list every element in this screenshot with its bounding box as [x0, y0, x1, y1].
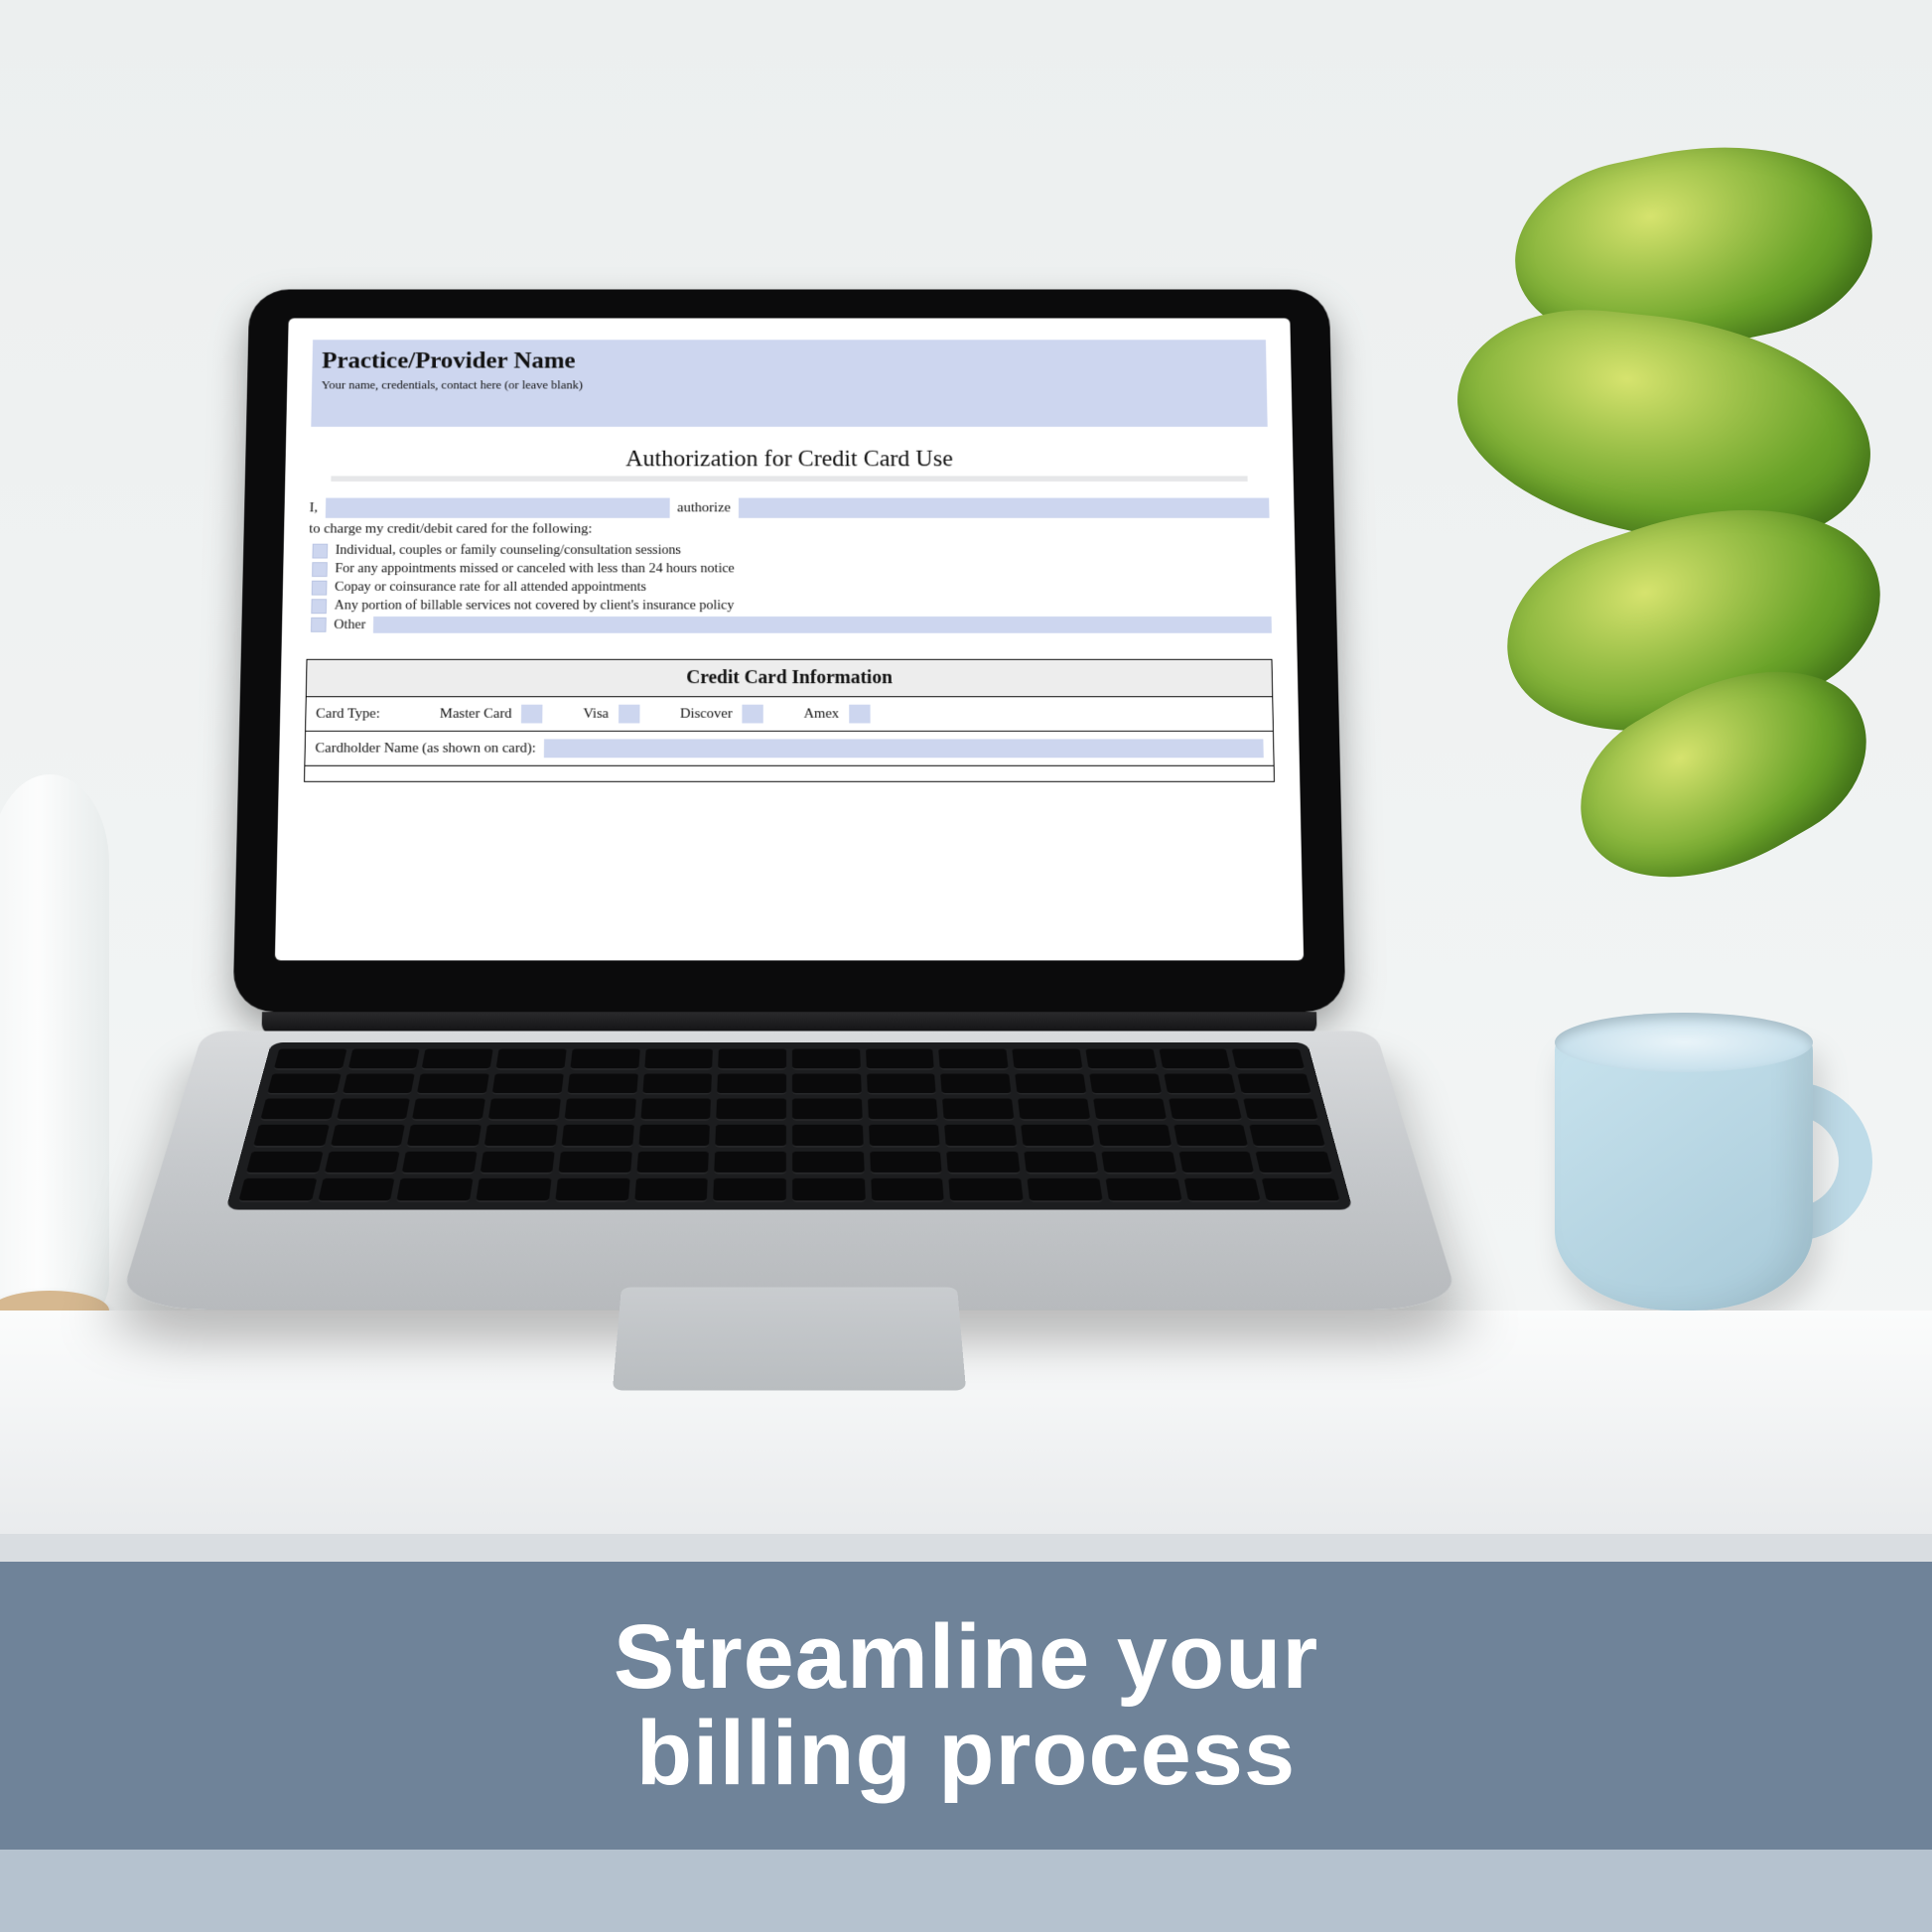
auth-check-item-other: Other	[311, 617, 1272, 633]
check-label: Any portion of billable services not cov…	[335, 598, 735, 614]
banner-divider-bottom	[0, 1850, 1932, 1932]
checkbox[interactable]	[311, 599, 327, 614]
plant-prop	[1455, 149, 1932, 903]
promo-banner: Streamline your billing process	[0, 1562, 1932, 1850]
provider-subtext: Your name, credentials, contact here (or…	[322, 378, 1258, 393]
auth-check-item: For any appointments missed or canceled …	[312, 561, 1271, 577]
card-option-label: Master Card	[440, 706, 512, 722]
auth-checklist: Individual, couples or family counseling…	[307, 543, 1272, 633]
auth-check-item: Individual, couples or family counseling…	[312, 543, 1270, 559]
authorization-line: I, authorize	[309, 498, 1269, 518]
checkbox[interactable]	[312, 562, 328, 577]
checkbox[interactable]	[312, 580, 328, 595]
cardholder-row: Cardholder Name (as shown on card):	[315, 739, 1264, 758]
auth-mid: authorize	[677, 500, 731, 516]
card-option-discover: Discover	[680, 705, 763, 724]
promo-stage: Practice/Provider Name Your name, creden…	[0, 0, 1932, 1932]
checkbox[interactable]	[849, 705, 870, 724]
provider-input[interactable]	[739, 498, 1270, 518]
laptop-trackpad	[613, 1287, 966, 1390]
other-input[interactable]	[373, 617, 1272, 633]
provider-name-heading: Practice/Provider Name	[322, 347, 1257, 374]
mug-prop	[1555, 993, 1863, 1320]
checkbox[interactable]	[311, 618, 327, 632]
check-label: Individual, couples or family counseling…	[336, 543, 681, 559]
authorization-form: Practice/Provider Name Your name, creden…	[275, 318, 1304, 960]
promo-banner-text: Streamline your billing process	[614, 1609, 1318, 1801]
check-label: Copay or coinsurance rate for all attend…	[335, 580, 646, 596]
form-title: Authorization for Credit Card Use	[310, 447, 1268, 473]
card-option-amex: Amex	[803, 705, 870, 724]
card-option-label: Visa	[583, 706, 609, 722]
card-option-visa: Visa	[583, 705, 639, 724]
leaf-icon	[1446, 297, 1883, 558]
credit-card-table: Credit Card Information Card Type: Maste…	[304, 659, 1275, 782]
laptop-screen: Practice/Provider Name Your name, creden…	[275, 318, 1304, 960]
checkbox[interactable]	[742, 705, 762, 724]
divider	[331, 476, 1247, 482]
bottle-prop	[0, 774, 109, 1330]
auth-check-item: Any portion of billable services not cov…	[311, 598, 1271, 614]
name-input[interactable]	[326, 498, 670, 518]
cutoff-row	[305, 765, 1275, 781]
banner-divider-top	[0, 1534, 1932, 1562]
card-option-label: Amex	[803, 706, 839, 722]
other-label: Other	[334, 617, 365, 632]
card-type-label: Card Type:	[316, 706, 380, 722]
cardholder-label: Cardholder Name (as shown on card):	[315, 741, 536, 757]
provider-header-block[interactable]: Practice/Provider Name Your name, creden…	[311, 340, 1267, 427]
checkbox[interactable]	[521, 705, 543, 724]
auth-prefix: I,	[309, 500, 318, 516]
checkbox[interactable]	[312, 543, 328, 558]
cardholder-input[interactable]	[544, 739, 1264, 758]
check-label: For any appointments missed or canceled …	[335, 561, 735, 577]
laptop-keyboard	[225, 1042, 1352, 1209]
laptop: Practice/Provider Name Your name, creden…	[194, 289, 1385, 1420]
auth-sentence: to charge my credit/debit cared for the …	[309, 521, 1270, 537]
cc-table-header: Credit Card Information	[306, 659, 1272, 696]
card-type-row: Card Type: Master Card Visa	[316, 705, 1263, 724]
laptop-bezel: Practice/Provider Name Your name, creden…	[232, 289, 1345, 1012]
checkbox[interactable]	[619, 705, 639, 724]
auth-check-item: Copay or coinsurance rate for all attend…	[312, 580, 1271, 596]
card-option-mastercard: Master Card	[440, 705, 543, 724]
card-option-label: Discover	[680, 706, 733, 722]
